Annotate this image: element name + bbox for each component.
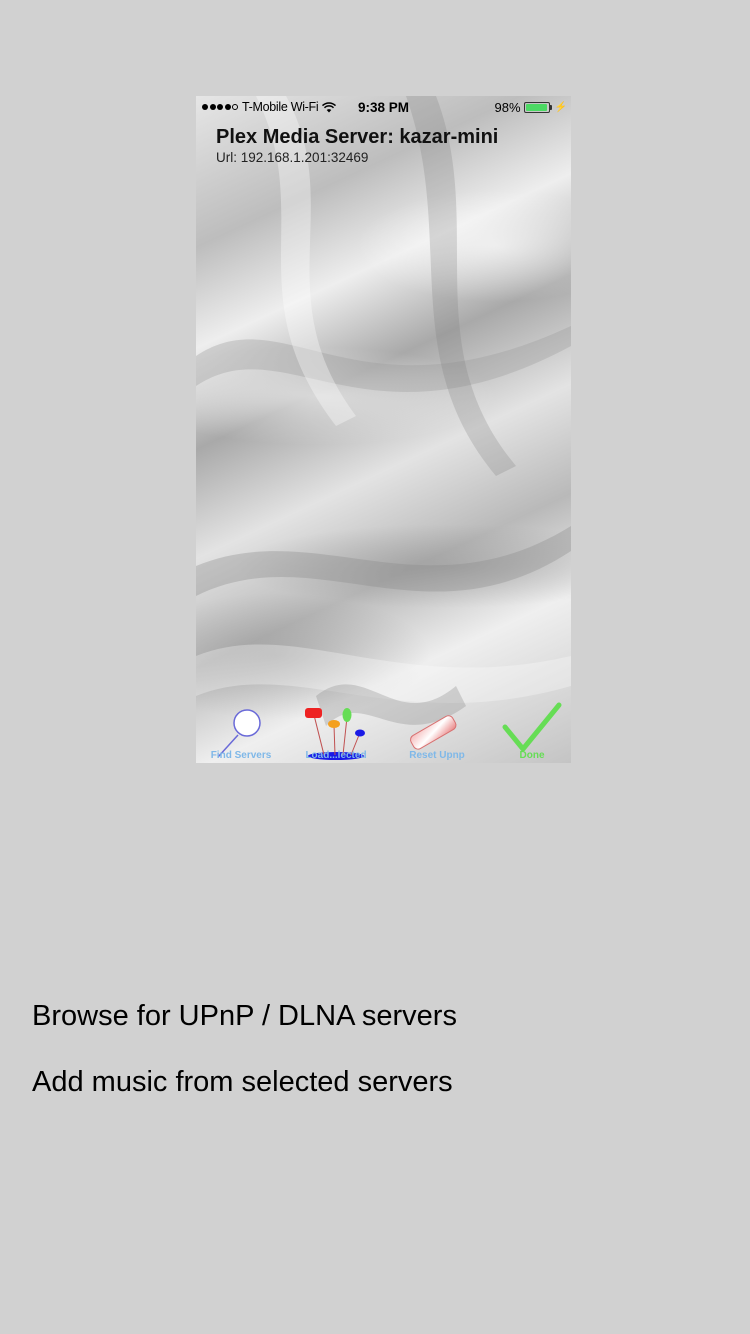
battery-icon bbox=[523, 102, 550, 113]
find-servers-button[interactable]: Find Servers bbox=[196, 687, 286, 763]
battery-tip bbox=[549, 105, 552, 110]
reset-upnp-button[interactable]: Reset Upnp bbox=[392, 687, 482, 763]
server-title: Plex Media Server: kazar-mini bbox=[216, 126, 499, 148]
load-selected-button[interactable]: Load...lected bbox=[291, 687, 381, 763]
load-selected-label: Load...lected bbox=[305, 750, 367, 761]
caption-add-music: Add music from selected servers bbox=[32, 1066, 453, 1098]
done-button[interactable]: Done bbox=[487, 687, 571, 763]
caption-browse: Browse for UPnP / DLNA servers bbox=[32, 1000, 457, 1032]
status-bar: T-Mobile Wi-Fi 9:38 PM 98% ⚡ bbox=[196, 96, 571, 118]
app-screenshot: T-Mobile Wi-Fi 9:38 PM 98% ⚡ Plex Media … bbox=[196, 96, 571, 763]
silk-background bbox=[196, 96, 571, 726]
find-servers-label: Find Servers bbox=[210, 750, 272, 761]
reset-upnp-label: Reset Upnp bbox=[409, 750, 465, 761]
bottom-toolbar: Find Servers Load...lected Reset Upnp Do… bbox=[196, 687, 571, 763]
charging-bolt-icon: ⚡ bbox=[554, 102, 567, 113]
battery-level-fill bbox=[525, 104, 548, 111]
done-label: Done bbox=[519, 750, 545, 761]
server-url: Url: 192.168.1.201:32469 bbox=[216, 150, 369, 165]
battery-percent: 98% bbox=[494, 100, 521, 115]
